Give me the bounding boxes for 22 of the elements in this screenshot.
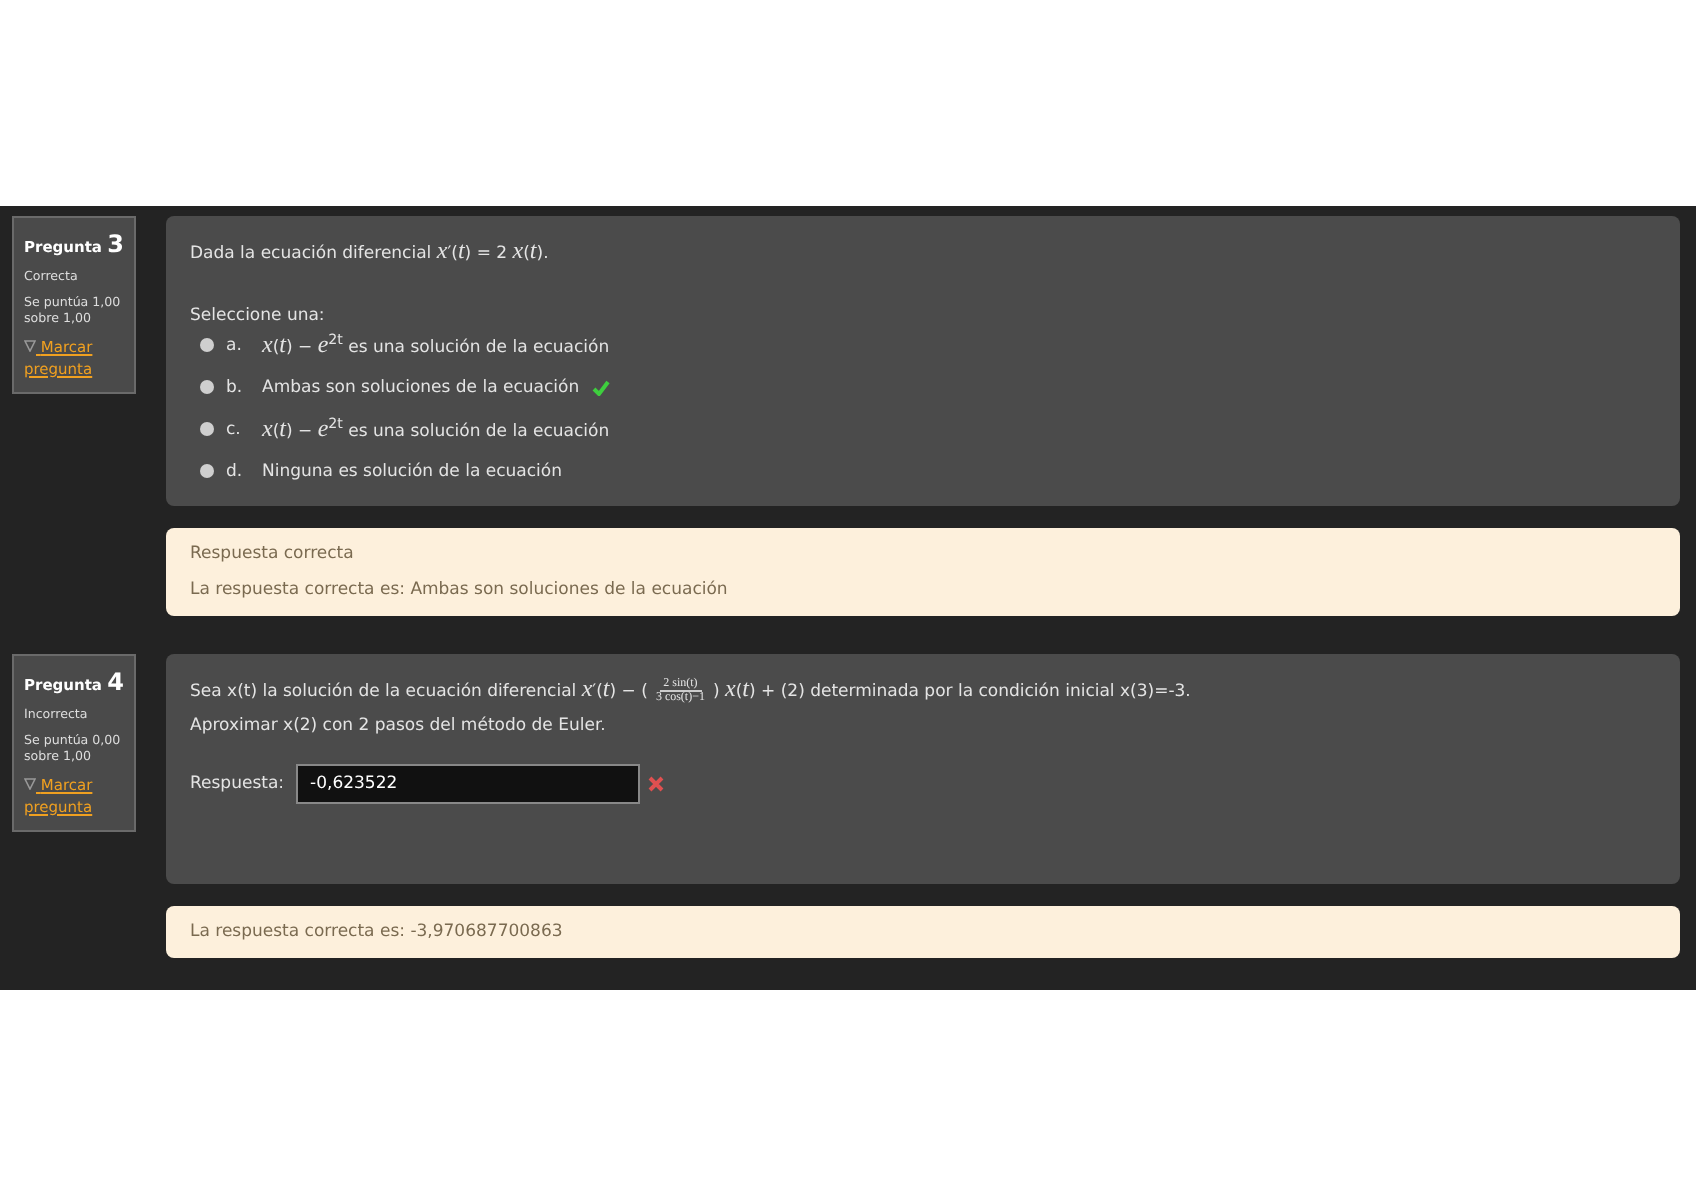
instruction-text: Seleccione una:	[190, 306, 327, 326]
radio-button[interactable]	[200, 464, 214, 478]
answer-field[interactable]: -0,623522	[296, 764, 641, 805]
option-text: x(t) − e$^{2t}$ es una solución de la ecuación	[262, 330, 610, 360]
radio-button[interactable]	[200, 380, 214, 394]
answer-label: Respuesta:	[190, 774, 285, 795]
feedback-text: La respuesta correcta es: -3,970687700863	[190, 922, 565, 942]
radio-button[interactable]	[200, 422, 214, 436]
feedback-text: Respuesta correcta	[190, 544, 356, 564]
question-prompt: Dada la ecuación diferencial x′(t) = 2 x(t).	[190, 236, 551, 266]
option-letter: b.	[226, 377, 245, 397]
feedback-text: La respuesta correcta es: Ambas son soluciones de la ecuación	[190, 580, 730, 600]
flag-icon	[24, 778, 36, 791]
flag-icon	[24, 340, 36, 353]
radio-button[interactable]	[200, 338, 214, 352]
option-letter: d.	[226, 461, 245, 481]
option-text: Ninguna es solución de la ecuación	[262, 461, 562, 481]
instruction-text: Aproximar x(2) con 2 pasos del método de Euler.	[190, 716, 608, 737]
option-text: x(t) − e$^{2t}$ es una solución de la ecuación	[262, 414, 610, 444]
option-letter: a.	[226, 335, 244, 355]
option-text: Ambas son soluciones de la ecuación	[262, 377, 580, 397]
option-letter: c.	[226, 419, 243, 439]
